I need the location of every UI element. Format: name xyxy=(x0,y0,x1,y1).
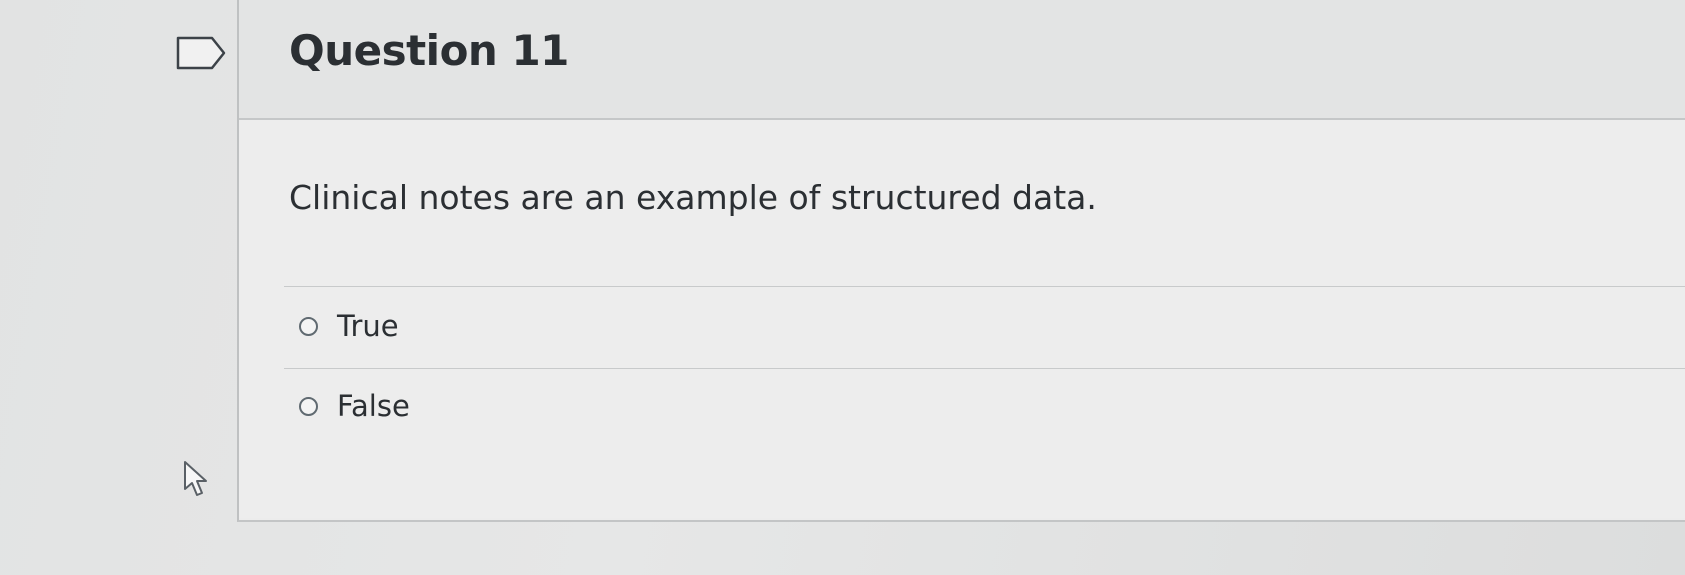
answer-divider xyxy=(284,368,1685,369)
radio-button-true[interactable] xyxy=(299,316,318,336)
question-text: Clinical notes are an example of structu… xyxy=(289,178,1097,217)
radio-button-false[interactable] xyxy=(299,396,318,416)
answer-label-true[interactable]: True xyxy=(337,309,399,343)
answer-divider xyxy=(284,286,1685,287)
answer-option-false[interactable]: False xyxy=(299,386,410,426)
question-card: Question 11 Clinical notes are an exampl… xyxy=(237,0,1685,522)
mouse-pointer-icon xyxy=(182,459,212,501)
question-title: Question 11 xyxy=(289,26,569,75)
question-header: Question 11 xyxy=(239,0,1685,120)
answer-label-false[interactable]: False xyxy=(337,389,410,423)
question-body: Clinical notes are an example of structu… xyxy=(239,120,1685,518)
flag-question-icon[interactable] xyxy=(176,36,226,70)
answer-option-true[interactable]: True xyxy=(299,306,399,346)
